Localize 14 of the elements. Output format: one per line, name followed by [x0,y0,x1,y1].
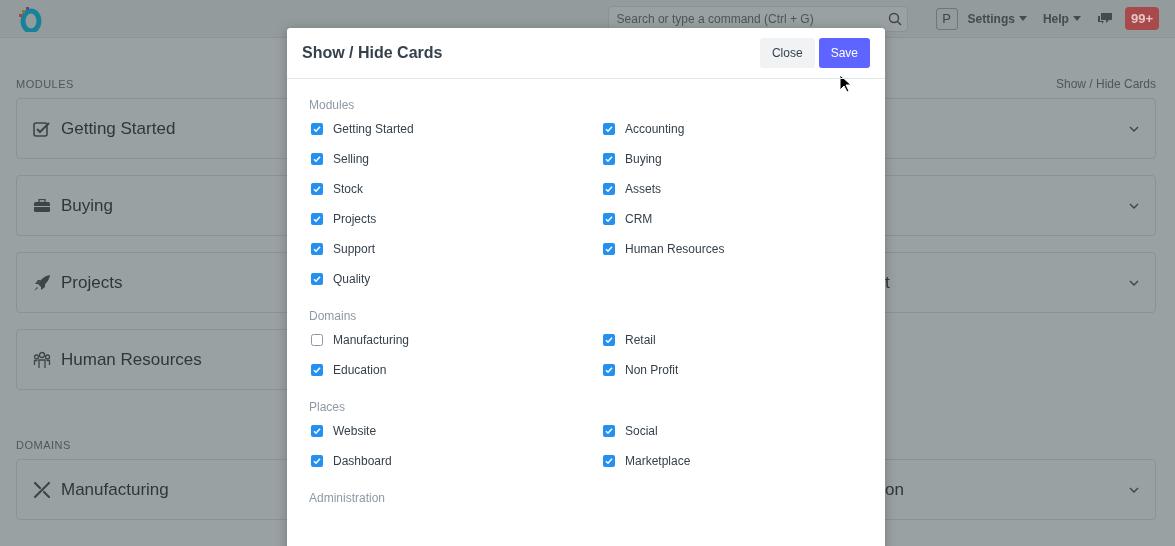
section-label: DOMAINS [16,439,71,451]
section-label: MODULES [16,78,74,90]
card-title: Getting Started [61,118,176,139]
section-heading: Modules [309,98,356,112]
section-heading: Domains [309,309,358,323]
card-title: Manufacturing [61,479,169,500]
card-title: t [885,272,890,292]
card-title: on [885,479,904,499]
modal-title: Show / Hide Cards [302,44,444,62]
card-title: Projects [61,272,123,293]
section-heading: Places [309,400,347,414]
section-heading: Administration [309,491,387,505]
card-title: Human Resources [61,349,202,370]
card-title: Buying [61,195,113,216]
